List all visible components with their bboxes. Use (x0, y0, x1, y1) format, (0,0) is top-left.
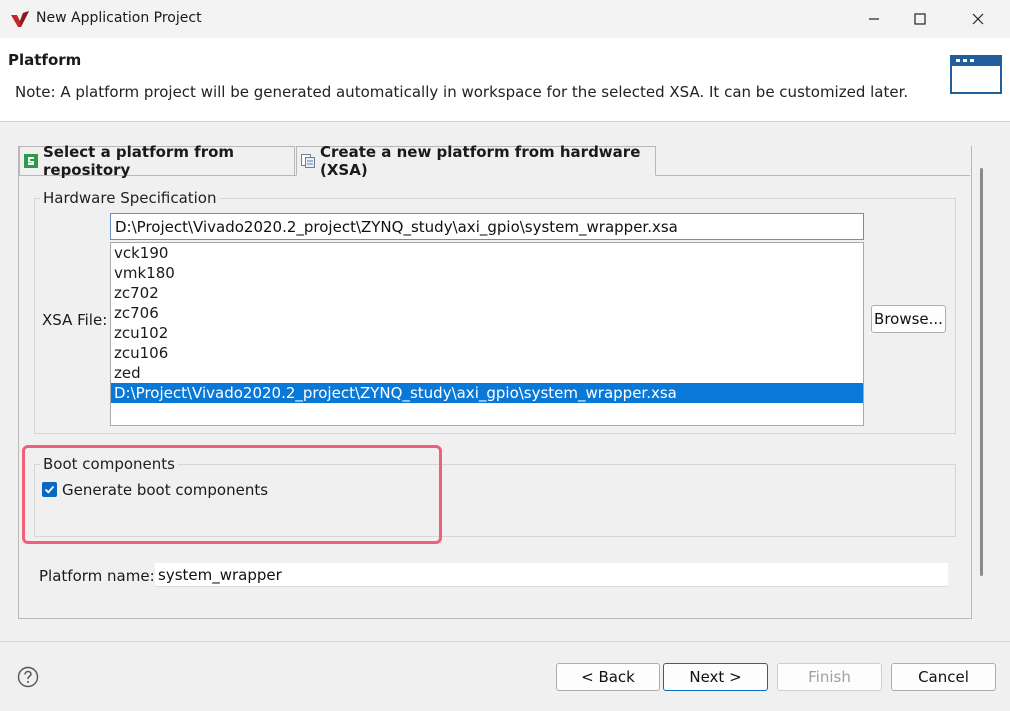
cancel-button[interactable]: Cancel (891, 663, 996, 691)
platform-name-label: Platform name: (39, 567, 155, 585)
back-button[interactable]: < Back (556, 663, 660, 691)
list-item-selected[interactable]: D:\Project\Vivado2020.2_project\ZYNQ_stu… (111, 383, 863, 403)
list-item[interactable]: vmk180 (111, 263, 863, 283)
close-icon (972, 13, 984, 25)
tab-label: Create a new platform from hardware (XSA… (320, 143, 641, 179)
vitis-app-icon (11, 11, 29, 27)
window-title: New Application Project (36, 10, 202, 26)
wizard-banner-icon (950, 55, 1002, 94)
tab-select-from-repository[interactable]: Select a platform from repository (19, 143, 295, 179)
minimize-button[interactable] (851, 0, 897, 38)
tab-create-from-hardware[interactable]: Create a new platform from hardware (XSA… (296, 143, 656, 179)
list-item[interactable]: zed (111, 363, 863, 383)
wizard-header: Platform Note: A platform project will b… (0, 38, 1010, 122)
help-icon (17, 666, 39, 688)
list-item[interactable]: zcu106 (111, 343, 863, 363)
tab-label: Select a platform from repository (43, 143, 235, 179)
platform-name-input[interactable] (155, 563, 948, 587)
xsa-file-label: XSA File: (42, 311, 108, 329)
page-description: Note: A platform project will be generat… (15, 83, 909, 101)
close-button[interactable] (955, 0, 1001, 38)
hardware-icon (301, 154, 315, 168)
list-item[interactable]: zc702 (111, 283, 863, 303)
list-item[interactable]: zc706 (111, 303, 863, 323)
finish-button[interactable]: Finish (777, 663, 882, 691)
list-item[interactable]: zcu102 (111, 323, 863, 343)
repository-icon (24, 154, 38, 168)
title-bar: New Application Project (0, 0, 1010, 38)
next-button[interactable]: Next > (663, 663, 768, 691)
maximize-button[interactable] (897, 0, 943, 38)
annotation-highlight-box (22, 445, 442, 544)
footer-divider (0, 641, 1010, 642)
list-item[interactable]: vck190 (111, 243, 863, 263)
page-title: Platform (8, 51, 82, 69)
xsa-dropdown-list[interactable]: vck190 vmk180 zc702 zc706 zcu102 zcu106 … (110, 242, 864, 426)
vertical-scrollbar[interactable] (980, 168, 983, 576)
help-button[interactable] (17, 666, 39, 688)
maximize-icon (914, 13, 926, 25)
browse-button[interactable]: Browse... (871, 305, 946, 333)
hardware-spec-label: Hardware Specification (40, 189, 220, 207)
minimize-icon (869, 18, 879, 20)
xsa-file-combo-input[interactable] (110, 213, 864, 240)
